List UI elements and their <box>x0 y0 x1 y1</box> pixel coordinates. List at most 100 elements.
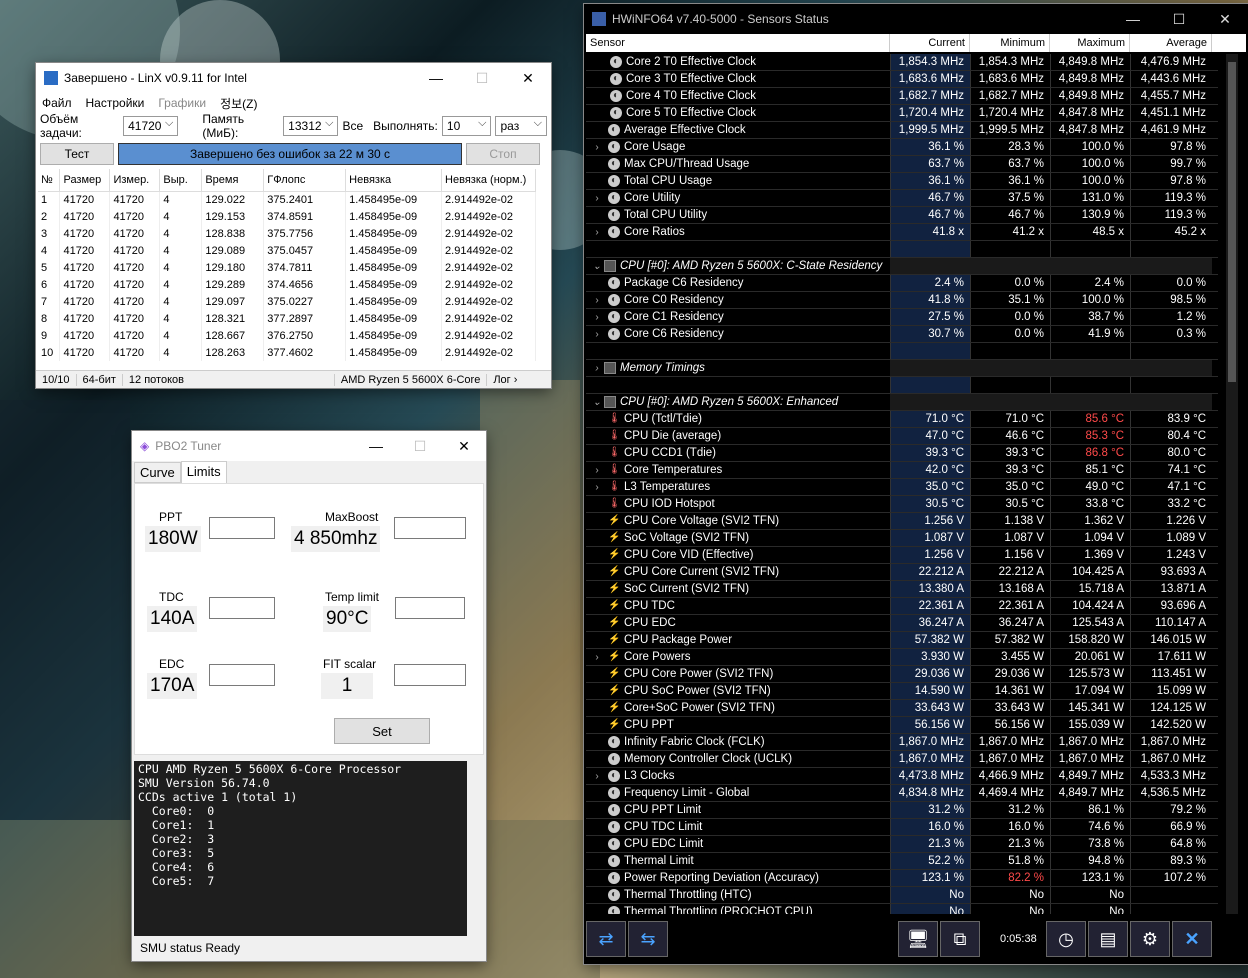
col-header[interactable]: Измер. <box>109 169 161 192</box>
sensor-row[interactable]: 🌡 CPU CCD1 (Tdie) 39.3 °C 39.3 °C 86.8 °C 80.… <box>586 445 1218 462</box>
maximize-button[interactable]: ☐ <box>1156 4 1202 34</box>
sensor-row[interactable]: › ◐ Core Ratios 41.8 x 41.2 x 48.5 x 45.2 x <box>586 224 1218 241</box>
sensor-row[interactable]: ⚡ Core+SoC Power (SVI2 TFN) 33.643 W 33.643… <box>586 700 1218 717</box>
col-header[interactable]: № <box>38 169 61 192</box>
table-row[interactable]: 2 41720 41720 4 129.153 374.8591 1.458495e-09 2… <box>38 208 536 225</box>
table-row[interactable]: 10 41720 41720 4 128.263 377.4602 1.458495e-09… <box>38 344 536 361</box>
tab-limits[interactable]: Limits <box>180 461 227 483</box>
sensor-row[interactable]: ◐ Core 2 T0 Effective Clock 1,854.3 MHz 1,8… <box>586 54 1218 71</box>
edc-input[interactable] <box>209 664 275 686</box>
clock-icon[interactable]: ◷ <box>1046 921 1086 957</box>
collapse-chevron-icon[interactable]: ⌄ <box>590 397 604 408</box>
report-icon[interactable]: ▤ <box>1088 921 1128 957</box>
col-header[interactable]: Выр. <box>159 169 203 192</box>
col-current[interactable]: Current <box>890 34 970 52</box>
close-button[interactable]: ✕ <box>1202 4 1248 34</box>
collapse-chevron-icon[interactable]: ⌄ <box>590 261 604 272</box>
expand-chevron-icon[interactable]: › <box>590 227 604 238</box>
expand-chevron-icon[interactable]: › <box>590 295 604 306</box>
sensor-row[interactable]: › ⚡ Core Powers 3.930 W 3.455 W 20.061 W 17.61… <box>586 649 1218 666</box>
expand-chevron-icon[interactable]: › <box>590 312 604 323</box>
expand-chevron-icon[interactable]: › <box>590 193 604 204</box>
expand-arrows-icon[interactable]: ⇄ <box>586 921 626 957</box>
sensor-row[interactable]: ⚡ CPU SoC Power (SVI2 TFN) 14.590 W 14.361 … <box>586 683 1218 700</box>
log-button[interactable]: Лог › <box>487 374 523 386</box>
sensor-row[interactable]: ◐ Power Reporting Deviation (Accuracy) 123… <box>586 870 1218 887</box>
minimize-button[interactable]: — <box>1110 4 1156 34</box>
sensor-row[interactable]: ⚡ CPU Core VID (Effective) 1.256 V 1.156 V1… <box>586 547 1218 564</box>
sensor-row[interactable]: › 🌡 Core Temperatures 42.0 °C 39.3 °C 85.1 °C… <box>586 462 1218 479</box>
scrollbar[interactable] <box>1226 54 1238 914</box>
col-maximum[interactable]: Maximum <box>1050 34 1130 52</box>
menu-settings[interactable]: Настройки <box>86 96 145 110</box>
monitor-icon[interactable]: 🖥 <box>898 921 938 957</box>
expand-chevron-icon[interactable]: › <box>590 329 604 340</box>
temp-limit-input[interactable] <box>395 597 465 619</box>
set-button[interactable]: Set <box>334 718 430 744</box>
maximize-button[interactable]: ☐ <box>459 63 505 93</box>
sensor-row[interactable]: ◐ Memory Controller Clock (UCLK) 1,867.0 M… <box>586 751 1218 768</box>
close-x-icon[interactable]: ✕ <box>1172 921 1212 957</box>
sensor-row[interactable]: ⚡ CPU PPT 56.156 W 56.156 W 155.039 W 142.520… <box>586 717 1218 734</box>
sensor-row[interactable]: ◐ CPU TDC Limit 16.0 % 16.0 % 74.6 % 66.9 % <box>586 819 1218 836</box>
sensor-row[interactable]: ◐ Infinity Fabric Clock (FCLK) 1,867.0 MHz… <box>586 734 1218 751</box>
maximize-button[interactable]: ☐ <box>398 431 442 461</box>
sensor-row[interactable]: › ◐ Core C0 Residency 41.8 % 35.1 % 100.0 % 98… <box>586 292 1218 309</box>
sensor-row[interactable]: ⚡ SoC Voltage (SVI2 TFN) 1.087 V 1.087 V 1.0… <box>586 530 1218 547</box>
col-header[interactable]: Время <box>201 169 265 192</box>
settings-gear-icon[interactable]: ⚙ <box>1130 921 1170 957</box>
sensor-row[interactable]: ◐ Thermal Throttling (HTC) No No No <box>586 887 1218 904</box>
menu-file[interactable]: Файл <box>42 96 72 110</box>
sensor-row[interactable]: › 🌡 L3 Temperatures 35.0 °C 35.0 °C 49.0 °C 47… <box>586 479 1218 496</box>
expand-chevron-icon[interactable]: › <box>590 771 604 782</box>
sensor-row[interactable]: ⚡ CPU Core Voltage (SVI2 TFN) 1.256 V 1.138… <box>586 513 1218 530</box>
table-row[interactable]: 1 41720 41720 4 129.022 375.2401 1.458495e-09 2… <box>38 191 536 208</box>
table-row[interactable]: 8 41720 41720 4 128.321 377.2897 1.458495e-09 2… <box>38 310 536 327</box>
table-row[interactable]: 5 41720 41720 4 129.180 374.7811 1.458495e-09 2… <box>38 259 536 276</box>
col-sensor[interactable]: Sensor <box>586 34 890 52</box>
expand-chevron-icon[interactable]: › <box>590 652 604 663</box>
sensor-row[interactable]: ◐ Core 5 T0 Effective Clock 1,720.4 MHz 1,7… <box>586 105 1218 122</box>
table-row[interactable]: 9 41720 41720 4 128.667 376.2750 1.458495e-09 2… <box>38 327 536 344</box>
sensor-row[interactable]: › ◐ Core Usage 36.1 % 28.3 % 100.0 % 97.8 % <box>586 139 1218 156</box>
sensor-row[interactable]: ⚡ SoC Current (SVI2 TFN) 13.380 A 13.168 A1… <box>586 581 1218 598</box>
table-row[interactable]: 3 41720 41720 4 128.838 375.7756 1.458495e-09 2… <box>38 225 536 242</box>
table-row[interactable]: 7 41720 41720 4 129.097 375.0227 1.458495e-09 2… <box>38 293 536 310</box>
menu-graphs[interactable]: Графики <box>158 96 206 110</box>
sensor-row[interactable]: ⚡ CPU Core Power (SVI2 TFN) 29.036 W 29.036… <box>586 666 1218 683</box>
sensor-row[interactable]: 🌡 CPU IOD Hotspot 30.5 °C 30.5 °C 33.8 °C 33.… <box>586 496 1218 513</box>
expand-chevron-icon[interactable]: › <box>590 142 604 153</box>
collapse-arrows-icon[interactable]: ⇆ <box>628 921 668 957</box>
network-icon[interactable]: ⧉ <box>940 921 980 957</box>
col-header[interactable]: Невязка <box>345 169 443 192</box>
expand-chevron-icon[interactable]: › <box>590 465 604 476</box>
sensor-row[interactable]: ◐ Thermal Throttling (PROCHOT CPU) No No No <box>586 904 1218 914</box>
col-average[interactable]: Average <box>1130 34 1212 52</box>
tab-curve[interactable]: Curve <box>134 462 181 483</box>
table-row[interactable]: 4 41720 41720 4 129.089 375.0457 1.458495e-09 2… <box>38 242 536 259</box>
expand-chevron-icon[interactable]: › <box>590 482 604 493</box>
expand-chevron-icon[interactable]: › <box>590 363 604 374</box>
sensor-row[interactable]: ◐ Total CPU Usage 36.1 % 36.1 % 100.0 % 97.8 … <box>586 173 1218 190</box>
sensor-row[interactable]: ⚡ CPU TDC 22.361 A 22.361 A 104.424 A 93.696 … <box>586 598 1218 615</box>
sensor-row[interactable]: 🌡 CPU (Tctl/Tdie) 71.0 °C 71.0 °C 85.6 °C 83.… <box>586 411 1218 428</box>
sensor-row[interactable]: ◐ Package C6 Residency 2.4 % 0.0 % 2.4 % 0.0 … <box>586 275 1218 292</box>
sensor-row[interactable]: › ◐ L3 Clocks 4,473.8 MHz 4,466.9 MHz 4,849.7… <box>586 768 1218 785</box>
all-checkbox-label[interactable]: Все <box>342 119 363 133</box>
sensor-group[interactable]: ⌄ CPU [#0]: AMD Ryzen 5 5600X: Enhanced <box>586 394 1218 411</box>
memory-combo[interactable]: 13312 <box>283 116 339 136</box>
run-unit-combo[interactable]: раз <box>495 116 547 136</box>
minimize-button[interactable]: — <box>354 431 398 461</box>
sensor-row[interactable]: › ◐ Core Utility 46.7 % 37.5 % 131.0 % 119.3 % <box>586 190 1218 207</box>
fit-scalar-input[interactable] <box>394 664 466 686</box>
col-header[interactable]: Невязка (норм.) <box>441 169 536 192</box>
sensor-row[interactable]: ◐ Average Effective Clock 1,999.5 MHz 1,999… <box>586 122 1218 139</box>
problem-size-combo[interactable]: 41720 <box>123 116 179 136</box>
close-button[interactable]: ✕ <box>505 63 551 93</box>
sensor-row[interactable]: ◐ Core 4 T0 Effective Clock 1,682.7 MHz 1,6… <box>586 88 1218 105</box>
scrollbar-thumb[interactable] <box>1228 62 1236 382</box>
sensor-row[interactable]: › ◐ Core C1 Residency 27.5 % 0.0 % 38.7 % 1.2 … <box>586 309 1218 326</box>
sensor-row[interactable]: ◐ Core 3 T0 Effective Clock 1,683.6 MHz 1,6… <box>586 71 1218 88</box>
sensor-row[interactable]: ◐ CPU PPT Limit 31.2 % 31.2 % 86.1 % 79.2 % <box>586 802 1218 819</box>
sensor-row[interactable]: ◐ CPU EDC Limit 21.3 % 21.3 % 73.8 % 64.8 % <box>586 836 1218 853</box>
